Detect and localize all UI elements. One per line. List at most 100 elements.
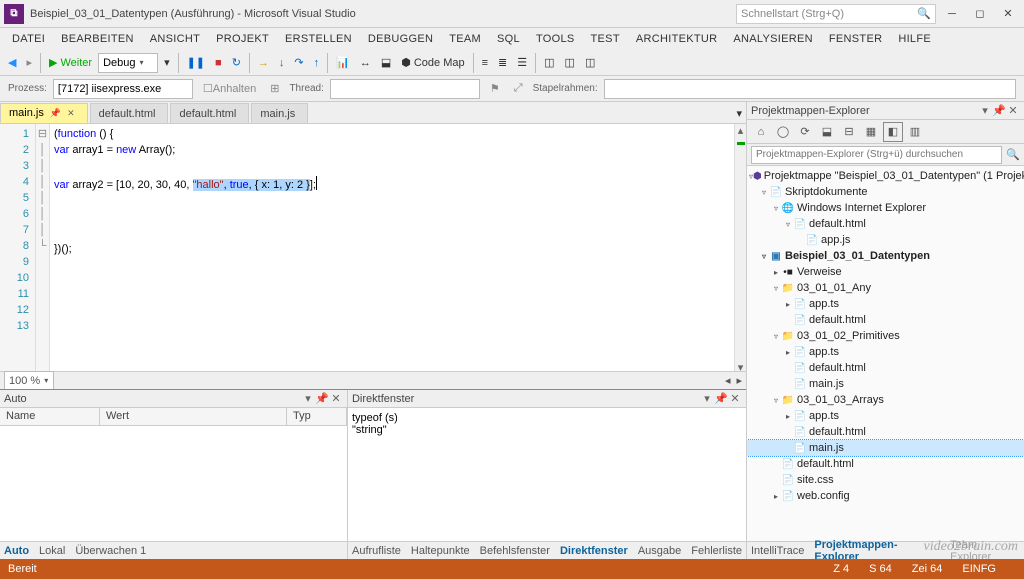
expand-icon[interactable]: ▿ [771, 204, 781, 213]
menu-erstellen[interactable]: ERSTELLEN [277, 31, 360, 47]
exp-sync-icon[interactable]: ⟳ [795, 122, 815, 142]
minimize-button[interactable]: ─ [940, 4, 964, 24]
menu-datei[interactable]: DATEI [4, 31, 53, 47]
exp-collapse-icon[interactable]: ⊟ [839, 122, 859, 142]
tree-item[interactable]: 📄default.html [747, 424, 1024, 440]
expand-icon[interactable]: ▿ [759, 188, 769, 197]
panel-pin-icon[interactable]: 📌 [714, 392, 728, 405]
exp-showall-icon[interactable]: ▦ [861, 122, 881, 142]
menu-tools[interactable]: TOOLS [528, 31, 583, 47]
exp-properties-icon[interactable]: ◧ [883, 122, 903, 142]
tree-item[interactable]: 📄default.html [747, 312, 1024, 328]
quicklaunch-search[interactable]: Schnellstart (Strg+Q)🔍 [736, 4, 936, 24]
btab-output[interactable]: Ausgabe [638, 545, 681, 557]
thread-icon[interactable]: ⊞ [266, 79, 283, 99]
tree-item[interactable]: ▿🌐Windows Internet Explorer [747, 200, 1024, 216]
tree-item[interactable]: 📄site.css [747, 472, 1024, 488]
exp-home-icon[interactable]: ⌂ [751, 122, 771, 142]
panel-close-icon[interactable]: ✕ [329, 392, 343, 405]
tb-format1[interactable]: ≡ [478, 53, 492, 73]
zoom-combo[interactable]: 100 % [4, 371, 54, 391]
step-out-button[interactable]: ↑ [310, 53, 324, 73]
expand-icon[interactable]: ▿ [759, 252, 769, 261]
step-over-button[interactable]: ↷ [290, 53, 307, 73]
exp-preview-icon[interactable]: ▥ [905, 122, 925, 142]
tree-item[interactable]: ▸📄app.ts [747, 344, 1024, 360]
panel-dropdown[interactable]: ▾ [301, 392, 315, 405]
btab-lokal[interactable]: Lokal [39, 545, 65, 557]
stack-icon[interactable]: ⤢ [510, 79, 527, 99]
tb-bookmark[interactable]: ◫ [581, 53, 599, 73]
tab-defaulthtml-2[interactable]: default.html [170, 103, 249, 123]
expand-icon[interactable]: ▿ [783, 220, 793, 229]
expand-icon[interactable]: ▸ [783, 412, 793, 421]
thread-flag[interactable]: ⚑ [486, 79, 504, 99]
btab-errors[interactable]: Fehlerliste [691, 545, 742, 557]
tree-item[interactable]: ▸📄app.ts [747, 408, 1024, 424]
menu-ansicht[interactable]: ANSICHT [142, 31, 208, 47]
menu-analysieren[interactable]: ANALYSIEREN [725, 31, 821, 47]
tabstrip-dropdown[interactable]: ▾ [732, 103, 746, 123]
menu-sql[interactable]: SQL [489, 31, 528, 47]
tree-item[interactable]: 📄main.js [747, 440, 1024, 456]
tree-item[interactable]: ▸📄app.ts [747, 296, 1024, 312]
expand-icon[interactable]: ▸ [771, 268, 781, 277]
panel-dropdown[interactable]: ▾ [700, 392, 714, 405]
panel-pin-icon[interactable]: 📌 [992, 104, 1006, 117]
btab-immediate[interactable]: Direktfenster [560, 545, 628, 557]
tree-item[interactable]: ▿📁03_01_01_Any [747, 280, 1024, 296]
panel-pin-icon[interactable]: 📌 [315, 392, 329, 405]
nav-back-button[interactable]: ◀ [4, 53, 20, 73]
tb-icon3[interactable]: ⬓ [377, 53, 395, 73]
tab-mainjs-active[interactable]: main.js📌✕ [0, 103, 88, 123]
pause-button[interactable]: ❚❚ [183, 53, 209, 73]
tb-uncomment[interactable]: ◫ [561, 53, 579, 73]
panel-dropdown[interactable]: ▾ [978, 104, 992, 117]
tree-item[interactable]: ▸📄web.config [747, 488, 1024, 504]
tb-comment[interactable]: ◫ [540, 53, 558, 73]
btab-watch[interactable]: Überwachen 1 [75, 545, 146, 557]
code-text[interactable]: (function () { var array1 = new Array();… [50, 124, 734, 371]
editor-scrollbar[interactable]: ▴ ▾ [734, 124, 746, 371]
continue-button[interactable]: ▶ Weiter [45, 53, 96, 73]
tree-item[interactable]: ▿📁03_01_02_Primitives [747, 328, 1024, 344]
btab-breakpoints[interactable]: Haltepunkte [411, 545, 470, 557]
menu-bearbeiten[interactable]: BEARBEITEN [53, 31, 142, 47]
exp-refresh-icon[interactable]: ⬓ [817, 122, 837, 142]
nav-fwd-button[interactable]: ▸ [22, 53, 36, 73]
direkt-body[interactable]: typeof (s) "string" [348, 408, 746, 541]
tree-item[interactable]: 📄app.js [747, 232, 1024, 248]
btab-auto[interactable]: Auto [4, 545, 29, 557]
tb-format3[interactable]: ☰ [513, 53, 531, 73]
menu-hilfe[interactable]: HILFE [890, 31, 939, 47]
expand-icon[interactable]: ▸ [783, 348, 793, 357]
stack-combo[interactable] [604, 79, 1016, 99]
menu-test[interactable]: TEST [583, 31, 628, 47]
platform-combo[interactable]: ▾ [160, 53, 174, 73]
col-type[interactable]: Typ [287, 408, 347, 425]
tree-item[interactable]: 📄default.html [747, 360, 1024, 376]
tb-icon1[interactable]: 📊 [332, 53, 354, 73]
tab-mainjs-2[interactable]: main.js [251, 103, 308, 123]
rtab-explorer[interactable]: Projektmappen-Explorer [814, 539, 940, 560]
stop-button[interactable]: ■ [211, 53, 226, 73]
restore-button[interactable]: ◻ [968, 4, 992, 24]
menu-projekt[interactable]: PROJEKT [208, 31, 277, 47]
btab-callstack[interactable]: Aufrufliste [352, 545, 401, 557]
tree-item[interactable]: ▸•■Verweise [747, 264, 1024, 280]
tree-item[interactable]: ▿📁03_01_03_Arrays [747, 392, 1024, 408]
suspend-check[interactable]: ☐ Anhalten [199, 79, 260, 99]
tree-solution-root[interactable]: ▿ ⬢ Projektmappe "Beispiel_03_01_Datenty… [747, 168, 1024, 184]
process-combo[interactable]: [7172] iisexpress.exe [53, 79, 193, 99]
config-combo[interactable]: Debug [98, 53, 158, 73]
codemap-button[interactable]: ⬢ Code Map [397, 53, 468, 73]
hscroll-left[interactable]: ◂ [725, 374, 731, 387]
tree-item[interactable]: 📄main.js [747, 376, 1024, 392]
tree-item[interactable]: ▿▣Beispiel_03_01_Datentypen [747, 248, 1024, 264]
tb-icon2[interactable]: ↔ [356, 53, 375, 73]
menu-architektur[interactable]: ARCHITEKTUR [628, 31, 726, 47]
expand-icon[interactable]: ▸ [783, 300, 793, 309]
expand-icon[interactable]: ▿ [771, 284, 781, 293]
tree-item[interactable]: ▿📄Skriptdokumente [747, 184, 1024, 200]
tree-item[interactable]: ▿📄default.html [747, 216, 1024, 232]
